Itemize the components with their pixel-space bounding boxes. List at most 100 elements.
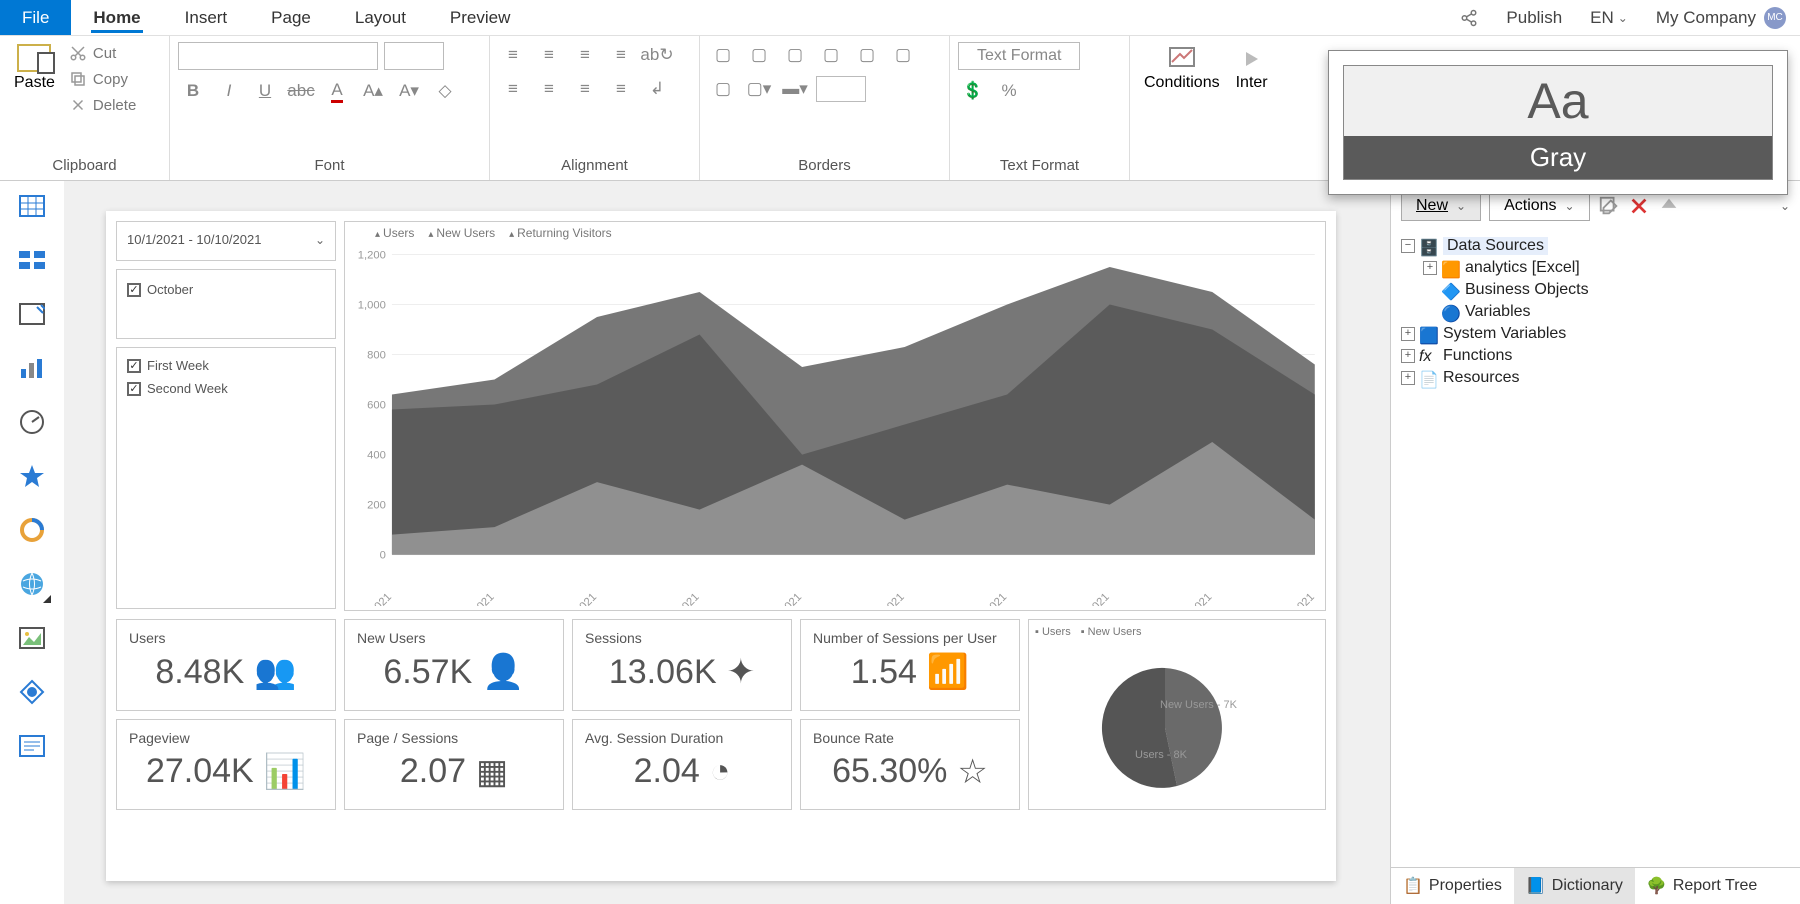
paste-button[interactable]: Paste (8, 42, 61, 94)
tool-globe[interactable] (17, 569, 47, 599)
font-color-button[interactable]: A (322, 78, 352, 104)
file-menu[interactable]: File (0, 0, 71, 35)
tool-shape[interactable] (17, 677, 47, 707)
border-left[interactable]: ▢ (780, 42, 810, 68)
expand-icon[interactable]: + (1401, 371, 1415, 385)
tab-preview[interactable]: Preview (428, 0, 532, 35)
checkbox-icon[interactable] (127, 359, 141, 373)
company-menu[interactable]: My CompanyMC (1642, 0, 1800, 35)
expand-icon[interactable]: + (1401, 327, 1415, 341)
up-icon[interactable] (1658, 195, 1680, 217)
font-name-dropdown[interactable] (178, 42, 378, 70)
tree-system-variables[interactable]: +🟦System Variables (1401, 323, 1790, 345)
text-format-dropdown[interactable]: Text Format (958, 42, 1080, 70)
border-right[interactable]: ▢ (852, 42, 882, 68)
percent-button[interactable]: % (994, 78, 1024, 104)
border-style[interactable] (816, 76, 866, 102)
border-none[interactable]: ▢ (816, 42, 846, 68)
border-bottom[interactable]: ▢ (888, 42, 918, 68)
border-top[interactable]: ▢ (744, 42, 774, 68)
delete-button[interactable]: Delete (65, 94, 140, 116)
align-right[interactable]: ≡ (570, 76, 600, 102)
collapse-icon[interactable]: − (1401, 239, 1415, 253)
strike-button[interactable]: abc (286, 78, 316, 104)
tree-business-objects[interactable]: 🔷Business Objects (1401, 279, 1790, 301)
share-button[interactable] (1446, 0, 1492, 35)
kpi-bounce[interactable]: Bounce Rate65.30%☆ (800, 719, 1020, 811)
tab-report-tree[interactable]: 🌳 Report Tree (1635, 868, 1769, 904)
tab-layout[interactable]: Layout (333, 0, 428, 35)
publish-button[interactable]: Publish (1492, 0, 1576, 35)
tool-chart[interactable] (17, 353, 47, 383)
report-page[interactable]: 10/1/2021 - 10/10/2021⌄ October First We… (106, 211, 1336, 881)
conditions-button[interactable]: Conditions (1138, 42, 1226, 94)
dictionary-tree[interactable]: −🗄️Data Sources +🟧analytics [Excel] 🔷Bus… (1391, 231, 1800, 867)
align-top-right[interactable]: ≡ (570, 42, 600, 68)
tool-text[interactable] (17, 731, 47, 761)
tree-data-sources[interactable]: −🗄️Data Sources (1401, 235, 1790, 257)
tool-table[interactable] (17, 191, 47, 221)
tab-home[interactable]: Home (71, 0, 162, 35)
kpi-new-users[interactable]: New Users6.57K👤 (344, 619, 564, 711)
align-left[interactable]: ≡ (498, 76, 528, 102)
tool-star[interactable] (17, 461, 47, 491)
tool-image[interactable] (17, 623, 47, 653)
rotate-text[interactable]: ab↻ (642, 42, 672, 68)
delete-icon[interactable] (1628, 195, 1650, 217)
tab-dictionary[interactable]: 📘 Dictionary (1514, 868, 1635, 904)
align-top-left[interactable]: ≡ (498, 42, 528, 68)
font-size-dropdown[interactable] (384, 42, 444, 70)
tree-functions[interactable]: +fxFunctions (1401, 345, 1790, 367)
align-justify[interactable]: ≡ (606, 76, 636, 102)
checkbox-icon[interactable] (127, 382, 141, 396)
underline-button[interactable]: U (250, 78, 280, 104)
expand-icon[interactable]: + (1423, 261, 1437, 275)
font-grow-button[interactable]: A▴ (358, 78, 388, 104)
interaction-button[interactable]: Inter (1230, 42, 1274, 94)
date-range-panel[interactable]: 10/1/2021 - 10/10/2021⌄ (116, 221, 336, 261)
border-color[interactable]: ▢▾ (744, 76, 774, 102)
tool-gauge[interactable] (17, 407, 47, 437)
week-filter-panel[interactable]: First Week Second Week (116, 347, 336, 609)
expand-icon[interactable]: + (1401, 349, 1415, 363)
area-chart-panel[interactable]: Users New Users Returning Visitors 02004… (344, 221, 1326, 611)
kpi-users[interactable]: Users8.48K👥 (116, 619, 336, 711)
chevron-down-icon[interactable]: ⌄ (1780, 199, 1790, 213)
month-filter-panel[interactable]: October (116, 269, 336, 339)
checkbox-icon[interactable] (127, 283, 141, 297)
style-swatch-gray[interactable]: Aa Gray (1343, 65, 1773, 180)
clear-format-button[interactable]: ◇ (430, 78, 460, 104)
tool-form[interactable] (17, 299, 47, 329)
italic-button[interactable]: I (214, 78, 244, 104)
copy-button[interactable]: Copy (65, 68, 140, 90)
tab-page[interactable]: Page (249, 0, 333, 35)
bold-button[interactable]: B (178, 78, 208, 104)
align-top-center[interactable]: ≡ (534, 42, 564, 68)
actions-button[interactable]: Actions⌄ (1489, 191, 1590, 221)
tree-resources[interactable]: +📄Resources (1401, 367, 1790, 389)
fill-color[interactable]: ▬▾ (780, 76, 810, 102)
tool-datagrid[interactable] (17, 245, 47, 275)
kpi-sessions[interactable]: Sessions13.06K✦ (572, 619, 792, 711)
align-top-justify[interactable]: ≡ (606, 42, 636, 68)
new-button[interactable]: New⌄ (1401, 191, 1481, 221)
tab-properties[interactable]: 📋 Properties (1391, 868, 1514, 904)
kpi-pageview[interactable]: Pageview27.04K📊 (116, 719, 336, 811)
tree-analytics[interactable]: +🟧analytics [Excel] (1401, 257, 1790, 279)
language-selector[interactable]: EN⌄ (1576, 0, 1642, 35)
tree-variables[interactable]: 🔵Variables (1401, 301, 1790, 323)
pie-chart-panel[interactable]: ▪ Users▪ New Users New Users - 7K Users … (1028, 619, 1326, 810)
kpi-asd[interactable]: Avg. Session Duration2.04◔ (572, 719, 792, 811)
border-outer[interactable]: ▢ (708, 76, 738, 102)
tab-insert[interactable]: Insert (163, 0, 250, 35)
tool-ring[interactable] (17, 515, 47, 545)
border-all[interactable]: ▢ (708, 42, 738, 68)
cut-button[interactable]: Cut (65, 42, 140, 64)
kpi-pps[interactable]: Page / Sessions2.07▦ (344, 719, 564, 811)
kpi-spu[interactable]: Number of Sessions per User1.54📶 (800, 619, 1020, 711)
font-shrink-button[interactable]: A▾ (394, 78, 424, 104)
edit-icon[interactable] (1598, 195, 1620, 217)
currency-button[interactable]: 💲 (958, 78, 988, 104)
wrap-text[interactable]: ↲ (642, 76, 672, 102)
align-center[interactable]: ≡ (534, 76, 564, 102)
